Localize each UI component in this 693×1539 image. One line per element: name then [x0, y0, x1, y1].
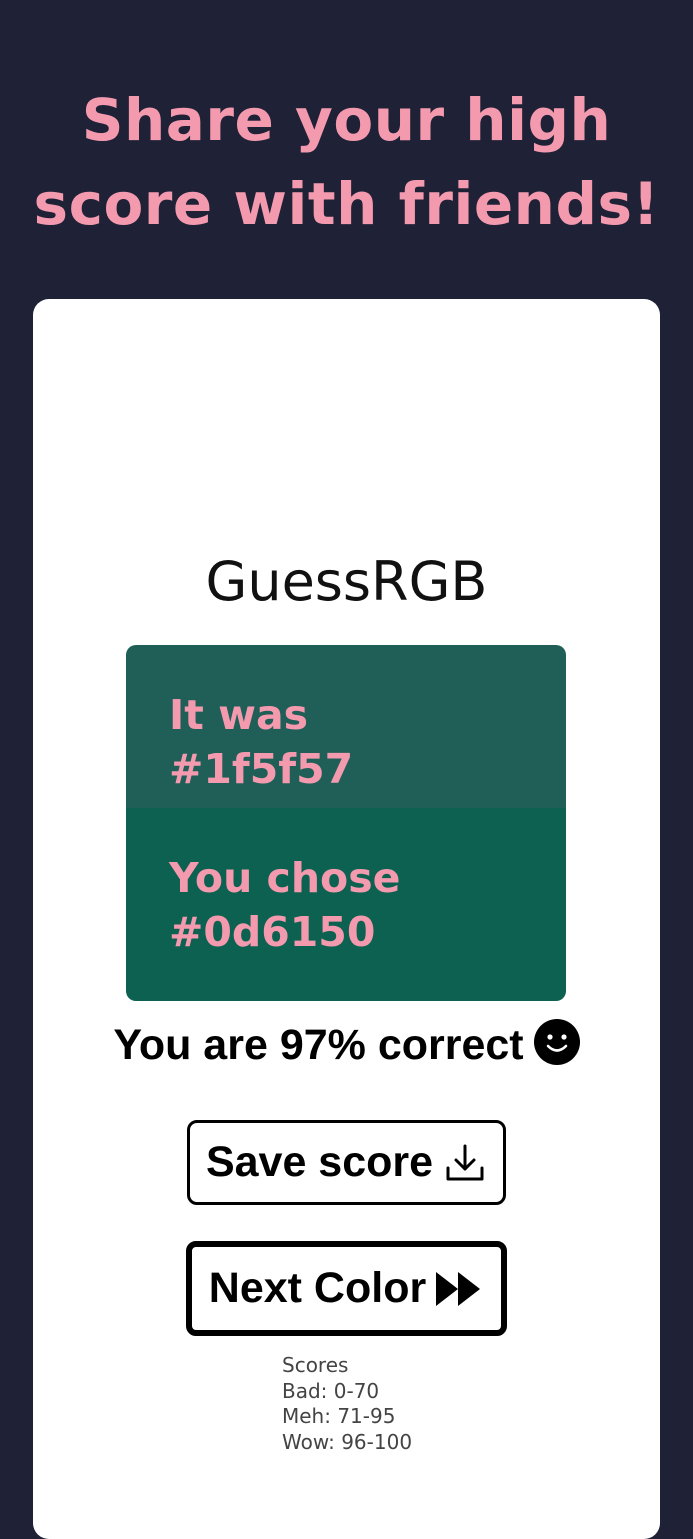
- score-result: You are 97% correct: [0, 1018, 693, 1072]
- save-score-button[interactable]: Save score: [187, 1120, 506, 1205]
- promo-headline: Share your high score with friends!: [0, 78, 693, 246]
- score-legend-bad: Bad: 0-70: [282, 1378, 380, 1403]
- save-score-label: Save score: [205, 1138, 434, 1186]
- promo-headline-line2: score with friends!: [33, 170, 660, 238]
- actual-color-hex: #1f5f57: [169, 745, 354, 793]
- chosen-color-text: You chose #0d6150: [169, 851, 400, 959]
- next-color-label: Next Color: [208, 1264, 427, 1312]
- chosen-color-label: You chose: [169, 854, 401, 902]
- smile-face-icon: [533, 1019, 580, 1065]
- color-comparison-swatch: It was #1f5f57 You chose #0d6150: [126, 645, 566, 1001]
- actual-color-text: It was #1f5f57: [169, 688, 353, 796]
- score-legend-wow: Wow: 96-100: [282, 1429, 413, 1454]
- next-color-button[interactable]: Next Color: [186, 1241, 507, 1336]
- score-legend: Scores Bad: 0-70 Meh: 71-95 Wow: 96-100: [282, 1353, 412, 1455]
- promo-headline-line1: Share your high: [81, 86, 612, 154]
- fast-forward-icon: [436, 1271, 481, 1306]
- chosen-color-hex: #0d6150: [169, 908, 376, 956]
- score-legend-meh: Meh: 71-95: [282, 1404, 396, 1428]
- chosen-color-swatch: You chose #0d6150: [126, 808, 566, 1001]
- download-icon: [446, 1144, 484, 1180]
- actual-color-label: It was: [169, 691, 309, 739]
- app-title: GuessRGB: [205, 550, 488, 613]
- score-legend-heading: Scores: [282, 1353, 349, 1377]
- actual-color-swatch: It was #1f5f57: [126, 645, 566, 808]
- score-result-text: You are 97% correct: [113, 1021, 524, 1069]
